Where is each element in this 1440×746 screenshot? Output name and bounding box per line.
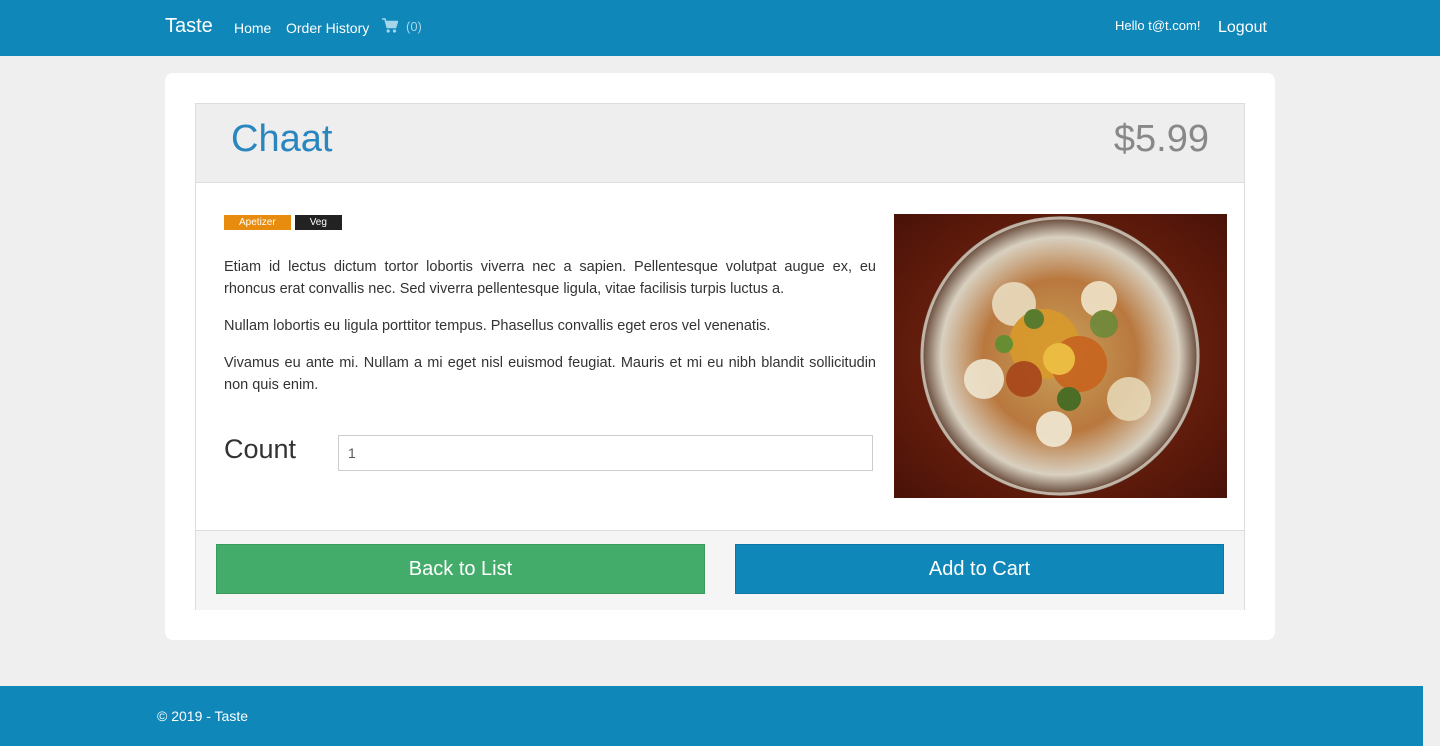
item-card: Chaat $5.99 Apetizer Veg Etiam id lectus… [165,73,1275,640]
nav-home-link[interactable]: Home [234,20,271,36]
top-navbar: Taste Home Order History (0) Hello t@t.c… [0,0,1440,56]
item-tags: Apetizer Veg [224,215,342,230]
nav-order-history-link[interactable]: Order History [286,20,369,36]
description-paragraph: Nullam lobortis eu ligula porttitor temp… [224,318,771,334]
cart-link[interactable]: (0) [382,18,422,34]
item-panel: Chaat $5.99 Apetizer Veg Etiam id lectus… [195,103,1245,610]
shopping-cart-icon [382,18,398,33]
item-description: Etiam id lectus dictum tortor lobortis v… [224,256,876,411]
diet-badge: Veg [294,215,342,230]
count-label: Count [224,434,297,464]
cart-count: (0) [406,18,422,34]
item-header: Chaat $5.99 [196,104,1244,183]
back-to-list-button[interactable]: Back to List [216,544,705,594]
item-actions: Back to List Add to Cart [196,530,1244,610]
add-to-cart-button[interactable]: Add to Cart [735,544,1224,594]
description-paragraph: Etiam id lectus dictum tortor lobortis v… [224,259,876,297]
description-paragraph: Vivamus eu ante mi. Nullam a mi eget nis… [224,355,876,393]
item-price: $5.99 [1113,118,1209,160]
count-input[interactable] [338,435,873,471]
food-image [894,214,1227,498]
footer: © 2019 - Taste [0,686,1423,746]
user-greeting: Hello t@t.com! [1115,18,1201,33]
brand-link[interactable]: Taste [165,15,213,38]
item-title: Chaat [231,118,333,160]
copyright-text: © 2019 - Taste [157,708,248,724]
category-badge: Apetizer [224,215,291,230]
logout-link[interactable]: Logout [1218,19,1267,37]
